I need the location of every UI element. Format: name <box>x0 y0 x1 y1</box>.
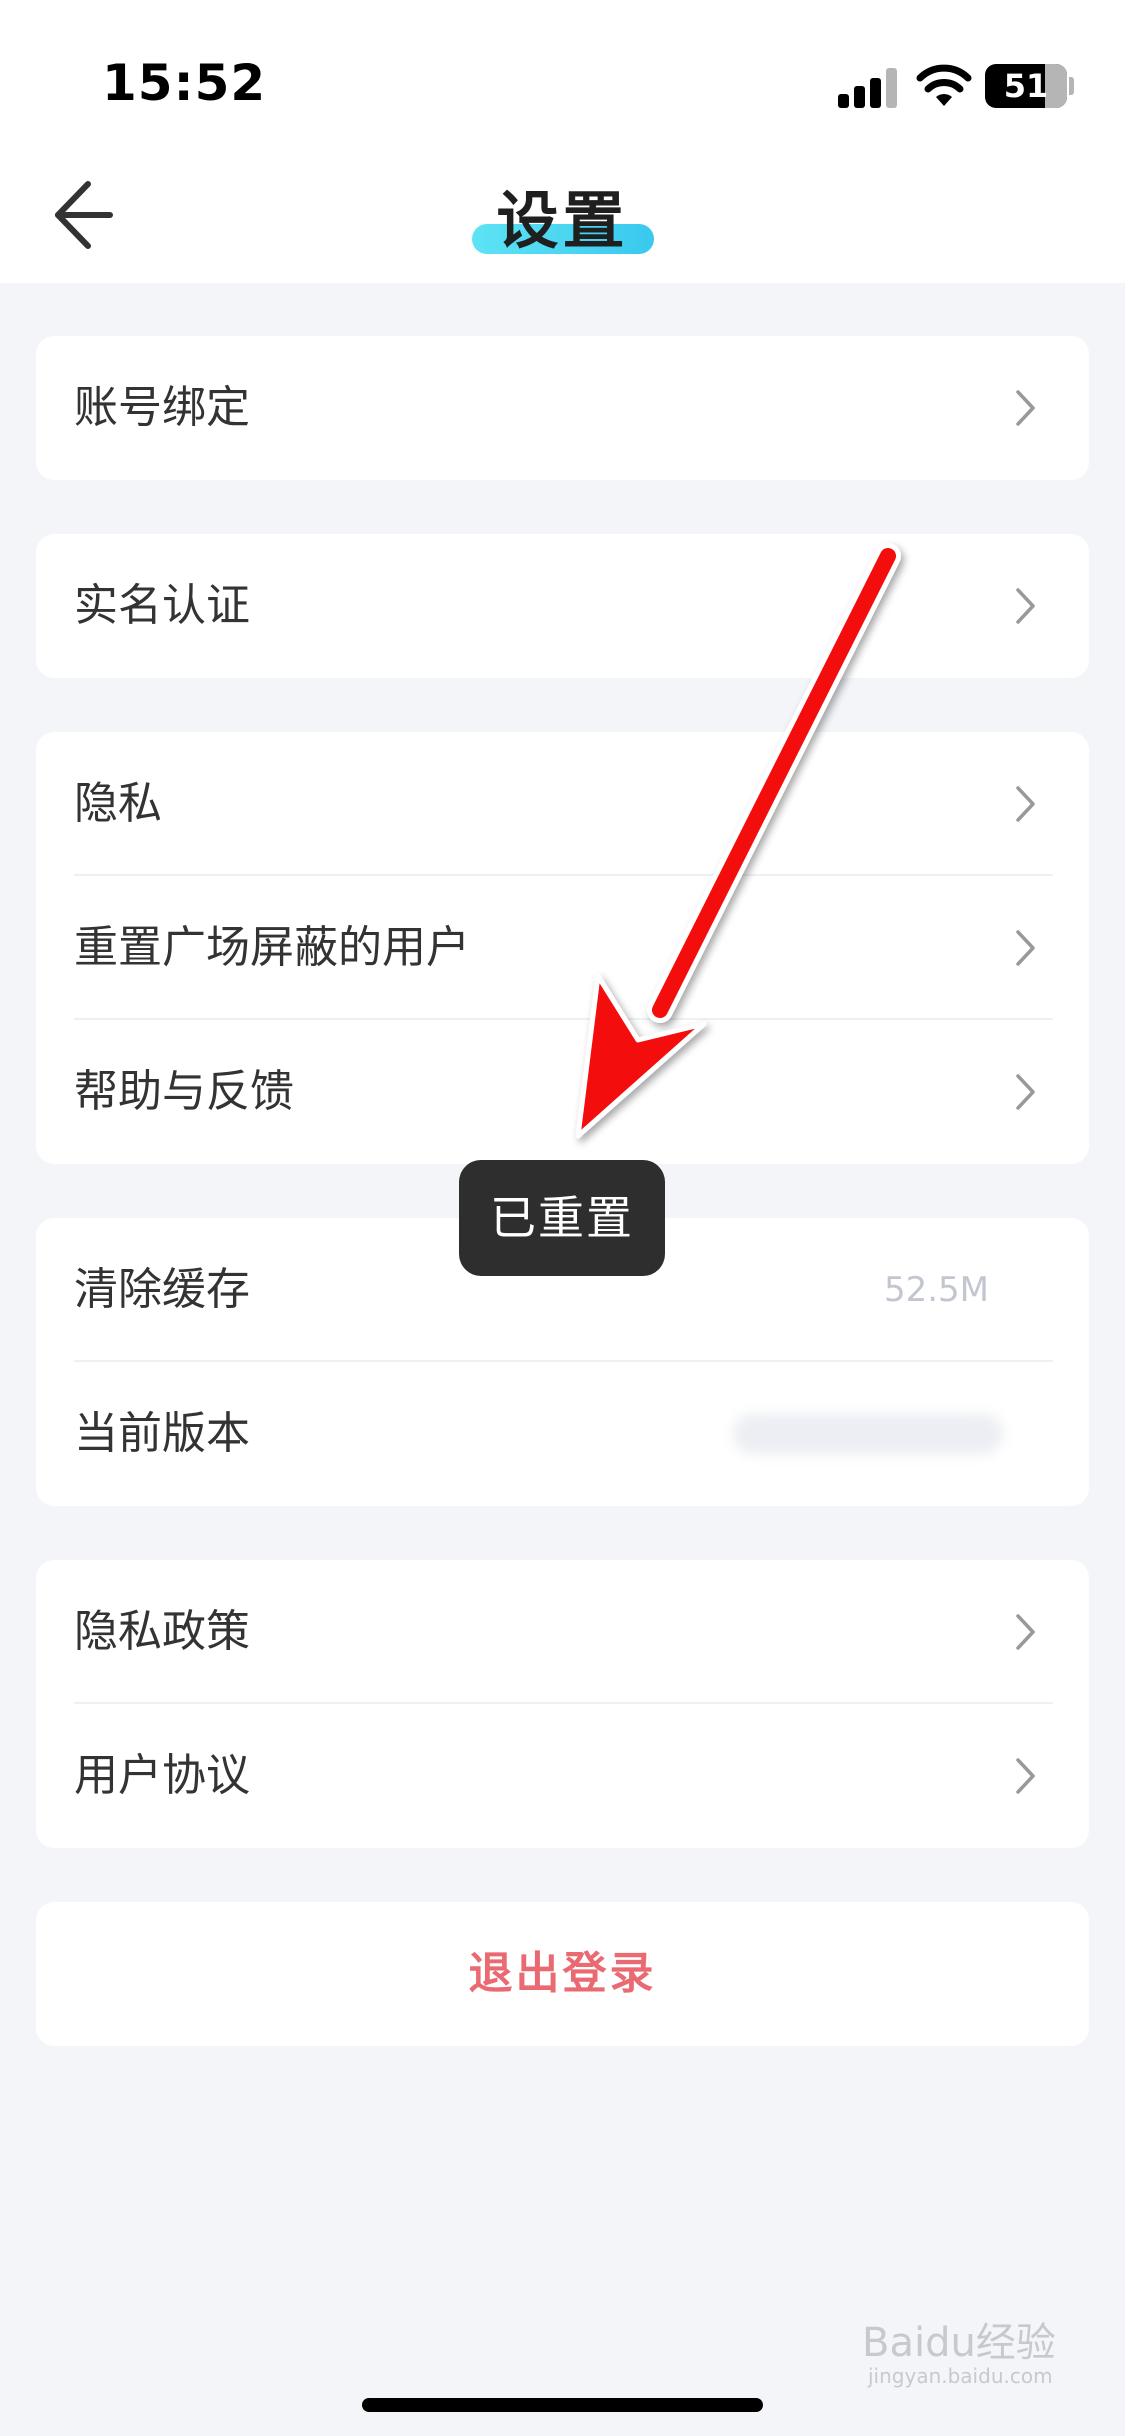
settings-group-legal: 隐私政策 用户协议 <box>36 1560 1089 1848</box>
home-indicator[interactable] <box>362 2398 763 2412</box>
status-time: 15:52 <box>102 54 267 112</box>
row-label: 清除缓存 <box>74 1264 250 1315</box>
row-reset-blocked-users[interactable]: 重置广场屏蔽的用户 <box>36 876 1089 1020</box>
row-current-version: 当前版本 <box>36 1362 1089 1506</box>
cache-size-value: 52.5M <box>883 1270 989 1310</box>
chevron-right-icon <box>1016 588 1035 624</box>
wifi-icon <box>916 64 972 106</box>
toast-message: 已重置 <box>459 1160 665 1276</box>
chevron-right-icon <box>1016 1614 1035 1650</box>
row-label: 隐私政策 <box>74 1606 250 1657</box>
settings-group-account: 账号绑定 <box>36 336 1089 480</box>
watermark-text: Baidu经验 <box>862 2320 1056 2366</box>
chevron-right-icon <box>1016 390 1035 426</box>
row-label: 实名认证 <box>74 580 250 631</box>
row-label: 帮助与反馈 <box>74 1066 294 1117</box>
chevron-right-icon <box>1016 1074 1035 1110</box>
watermark: Baidu经验 jingyan.baidu.com <box>862 2310 1056 2388</box>
chevron-right-icon <box>1016 930 1035 966</box>
row-label: 隐私 <box>74 778 162 829</box>
status-bar: 15:52 51 <box>0 0 1125 150</box>
row-user-agreement[interactable]: 用户协议 <box>36 1704 1089 1848</box>
nav-bar: 设置 <box>0 150 1125 283</box>
watermark-url: jingyan.baidu.com <box>868 2364 1053 2388</box>
settings-group-verification: 实名认证 <box>36 534 1089 678</box>
row-label: 账号绑定 <box>74 382 250 433</box>
signal-icon <box>838 68 898 108</box>
battery-nub <box>1069 77 1074 95</box>
page-title: 设置 <box>496 184 629 257</box>
chevron-right-icon <box>1016 786 1035 822</box>
logout-button[interactable]: 退出登录 <box>36 1902 1089 2046</box>
row-privacy[interactable]: 隐私 <box>36 732 1089 876</box>
battery-icon: 51 <box>985 64 1067 108</box>
row-privacy-policy[interactable]: 隐私政策 <box>36 1560 1089 1704</box>
row-label: 重置广场屏蔽的用户 <box>74 922 470 973</box>
chevron-right-icon <box>1016 1758 1035 1794</box>
settings-group-privacy: 隐私 重置广场屏蔽的用户 帮助与反馈 <box>36 732 1089 1164</box>
row-account-binding[interactable]: 账号绑定 <box>36 336 1089 480</box>
battery-level: 51 <box>1003 67 1049 105</box>
row-label: 当前版本 <box>74 1408 250 1459</box>
version-value-blurred <box>733 1414 1003 1454</box>
row-label: 用户协议 <box>74 1750 250 1801</box>
row-help-feedback[interactable]: 帮助与反馈 <box>36 1020 1089 1164</box>
row-real-name-verification[interactable]: 实名认证 <box>36 534 1089 678</box>
